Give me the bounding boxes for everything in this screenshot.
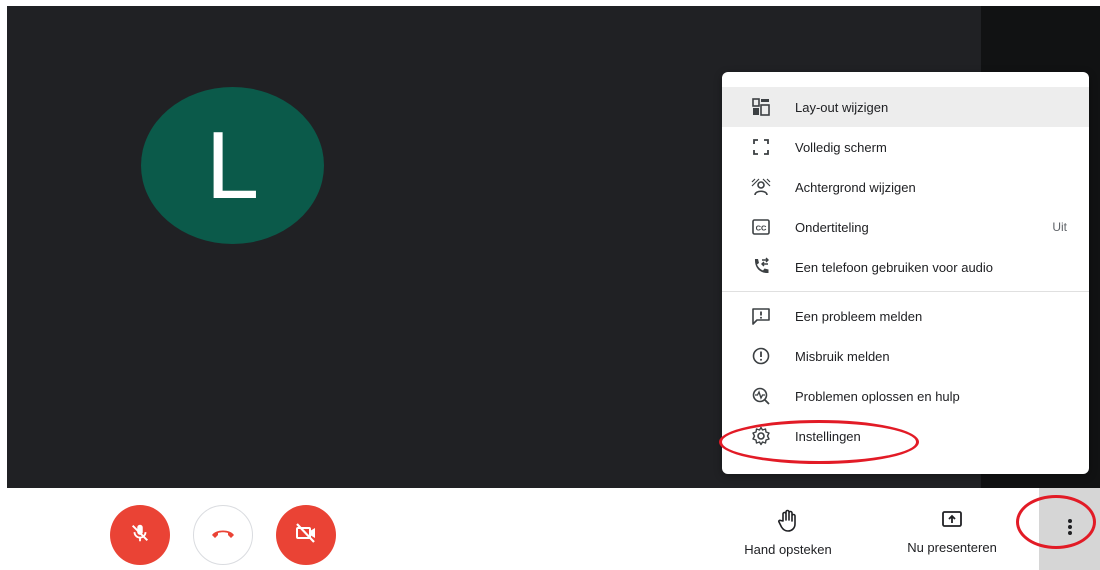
menu-item-label: Volledig scherm (795, 139, 887, 155)
menu-item-report-problem[interactable]: Een probleem melden (722, 296, 1089, 336)
menu-item-use-phone-audio[interactable]: Een telefoon gebruiken voor audio (722, 247, 1089, 287)
troubleshoot-icon (750, 385, 772, 407)
camera-off-icon (294, 522, 318, 549)
present-icon (940, 509, 964, 534)
mic-toggle-button[interactable] (110, 505, 170, 565)
raise-hand-label: Hand opsteken (744, 542, 832, 557)
svg-text:CC: CC (756, 224, 767, 233)
report-problem-icon (750, 305, 772, 327)
menu-item-fullscreen[interactable]: Volledig scherm (722, 127, 1089, 167)
annotation-circle-more (1016, 495, 1096, 549)
annotation-circle-settings (719, 420, 919, 464)
phone-hangup-icon (210, 526, 236, 545)
menu-item-label: Een telefoon gebruiken voor audio (795, 259, 994, 275)
menu-item-label: Misbruik melden (795, 348, 890, 364)
hangup-button[interactable] (193, 505, 253, 565)
more-options-menu: Lay-out wijzigen Volledig scherm Achterg… (722, 72, 1089, 474)
menu-item-change-background[interactable]: Achtergrond wijzigen (722, 167, 1089, 207)
participant-avatar: L (141, 87, 324, 244)
phone-audio-icon (750, 256, 772, 278)
menu-divider (722, 291, 1089, 292)
menu-item-label: Lay-out wijzigen (795, 99, 889, 115)
participant-initial: L (205, 111, 260, 219)
menu-item-change-layout[interactable]: Lay-out wijzigen (722, 87, 1089, 127)
background-icon (750, 176, 772, 198)
captions-status: Uit (1052, 220, 1067, 234)
mic-off-icon (129, 522, 151, 549)
present-now-button[interactable]: Nu presenteren (897, 509, 1007, 555)
menu-item-label: Problemen oplossen en hulp (795, 388, 960, 404)
menu-item-captions[interactable]: CC Ondertiteling Uit (722, 207, 1089, 247)
menu-item-troubleshoot-help[interactable]: Problemen oplossen en hulp (722, 376, 1089, 416)
present-now-label: Nu presenteren (907, 540, 997, 555)
fullscreen-icon (750, 136, 772, 158)
menu-item-label: Ondertiteling (795, 219, 869, 235)
menu-item-report-abuse[interactable]: Misbruik melden (722, 336, 1089, 376)
hand-icon (777, 509, 799, 536)
report-abuse-icon (750, 345, 772, 367)
camera-toggle-button[interactable] (276, 505, 336, 565)
raise-hand-button[interactable]: Hand opsteken (735, 509, 841, 557)
menu-item-label: Achtergrond wijzigen (795, 179, 916, 195)
captions-icon: CC (750, 216, 772, 238)
menu-item-label: Een probleem melden (795, 308, 923, 324)
layout-icon (750, 96, 772, 118)
